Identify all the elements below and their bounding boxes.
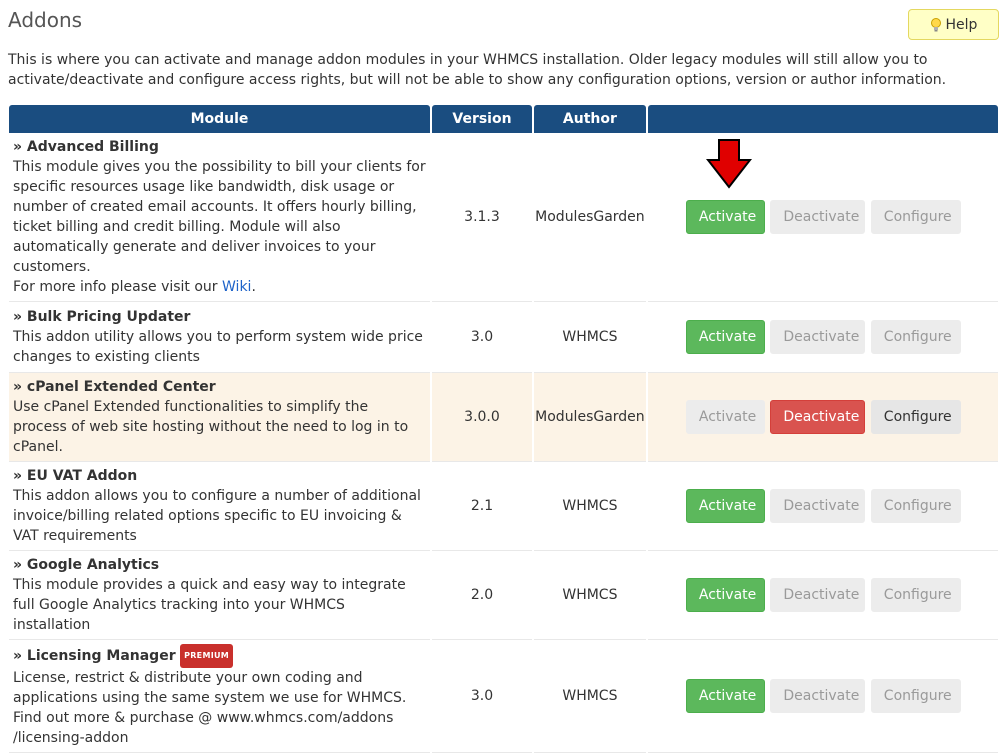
down-arrow-icon bbox=[706, 139, 752, 189]
module-version: 2.1 bbox=[432, 462, 532, 551]
table-row: » EU VAT Addon This addon allows you to … bbox=[9, 462, 998, 551]
page-title: Addons bbox=[8, 8, 83, 32]
module-version: 3.1.3 bbox=[432, 133, 532, 302]
activate-button[interactable]: Activate bbox=[685, 578, 765, 612]
module-name: » Google Analytics bbox=[13, 557, 160, 573]
configure-button: Configure bbox=[870, 320, 961, 354]
table-row: » Bulk Pricing Updater This addon utilit… bbox=[9, 302, 998, 373]
module-version: 2.0 bbox=[432, 551, 532, 640]
module-more-info-continued: /licensing-addon bbox=[13, 730, 129, 746]
module-author: WHMCS bbox=[533, 640, 646, 753]
module-description: This addon utility allows you to perform… bbox=[13, 329, 423, 365]
module-name: » Advanced Billing bbox=[13, 139, 159, 155]
deactivate-button: Deactivate bbox=[770, 679, 866, 713]
configure-button: Configure bbox=[870, 489, 961, 523]
actions-cell: Activate Deactivate Configure bbox=[647, 302, 998, 373]
activate-button[interactable]: Activate bbox=[685, 200, 765, 234]
module-name: » EU VAT Addon bbox=[13, 468, 138, 484]
module-description: This module gives you the possibility to… bbox=[13, 159, 426, 275]
module-cell: » Bulk Pricing Updater This addon utilit… bbox=[9, 302, 430, 373]
actions-cell: Activate Deactivate Configure bbox=[647, 373, 998, 462]
column-header-module: Module bbox=[9, 105, 430, 133]
module-description: This addon allows you to configure a num… bbox=[13, 488, 421, 544]
wiki-link[interactable]: Wiki bbox=[222, 279, 251, 295]
module-author: ModulesGarden bbox=[533, 373, 646, 462]
module-more-info: For more info please visit our Wiki. bbox=[13, 277, 426, 297]
module-version: 3.0 bbox=[432, 302, 532, 373]
deactivate-button: Deactivate bbox=[770, 320, 866, 354]
module-cell: » Google Analytics This module provides … bbox=[9, 551, 430, 640]
module-name: » Bulk Pricing Updater bbox=[13, 309, 191, 325]
module-more-info: Find out more & purchase @ www.whmcs.com… bbox=[13, 710, 394, 726]
deactivate-button: Deactivate bbox=[770, 578, 866, 612]
module-description: Use cPanel Extended functionalities to s… bbox=[13, 399, 409, 455]
actions-cell: Activate Deactivate Configure bbox=[647, 133, 998, 302]
deactivate-button: Deactivate bbox=[770, 200, 866, 234]
module-cell: » Licensing Manager PREMIUM License, res… bbox=[9, 640, 430, 753]
module-name: » Licensing Manager bbox=[13, 648, 176, 664]
column-header-version: Version bbox=[432, 105, 532, 133]
configure-button[interactable]: Configure bbox=[870, 400, 961, 434]
module-version: 3.0.0 bbox=[432, 373, 532, 462]
premium-badge: PREMIUM bbox=[180, 644, 234, 668]
actions-cell: Activate Deactivate Configure bbox=[647, 640, 998, 753]
table-row: » cPanel Extended Center Use cPanel Exte… bbox=[9, 373, 998, 462]
activate-button: Activate bbox=[685, 400, 765, 434]
module-author: WHMCS bbox=[533, 302, 646, 373]
actions-cell: Activate Deactivate Configure bbox=[647, 551, 998, 640]
addons-table: Module Version Author » Advanced Billing… bbox=[7, 105, 1000, 753]
configure-button: Configure bbox=[870, 679, 961, 713]
lightbulb-icon bbox=[930, 17, 941, 31]
module-cell: » EU VAT Addon This addon allows you to … bbox=[9, 462, 430, 551]
more-info-prefix: For more info please visit our bbox=[13, 279, 223, 295]
module-author: WHMCS bbox=[533, 551, 646, 640]
module-cell: » Advanced Billing This module gives you… bbox=[9, 133, 430, 302]
activate-button[interactable]: Activate bbox=[685, 679, 765, 713]
module-name: » cPanel Extended Center bbox=[13, 379, 216, 395]
activate-button[interactable]: Activate bbox=[685, 489, 765, 523]
table-row: » Licensing Manager PREMIUM License, res… bbox=[9, 640, 998, 753]
table-row: » Advanced Billing This module gives you… bbox=[9, 133, 998, 302]
intro-text: This is where you can activate and manag… bbox=[8, 52, 947, 88]
help-label: Help bbox=[945, 16, 978, 33]
configure-button: Configure bbox=[870, 200, 961, 234]
deactivate-button[interactable]: Deactivate bbox=[770, 400, 866, 434]
column-header-actions bbox=[647, 105, 998, 133]
module-description: This module provides a quick and easy wa… bbox=[13, 577, 406, 633]
actions-cell: Activate Deactivate Configure bbox=[647, 462, 998, 551]
module-author: ModulesGarden bbox=[533, 133, 646, 302]
column-header-author: Author bbox=[533, 105, 646, 133]
activate-button[interactable]: Activate bbox=[685, 320, 765, 354]
module-description: License, restrict & distribute your own … bbox=[13, 670, 407, 706]
module-version: 3.0 bbox=[432, 640, 532, 753]
configure-button: Configure bbox=[870, 578, 961, 612]
help-button[interactable]: Help bbox=[908, 9, 999, 40]
deactivate-button: Deactivate bbox=[770, 489, 866, 523]
module-author: WHMCS bbox=[533, 462, 646, 551]
more-info-suffix: . bbox=[251, 279, 256, 295]
table-row: » Google Analytics This module provides … bbox=[9, 551, 998, 640]
module-cell: » cPanel Extended Center Use cPanel Exte… bbox=[9, 373, 430, 462]
module-name-line: » Licensing Manager PREMIUM bbox=[13, 644, 426, 668]
